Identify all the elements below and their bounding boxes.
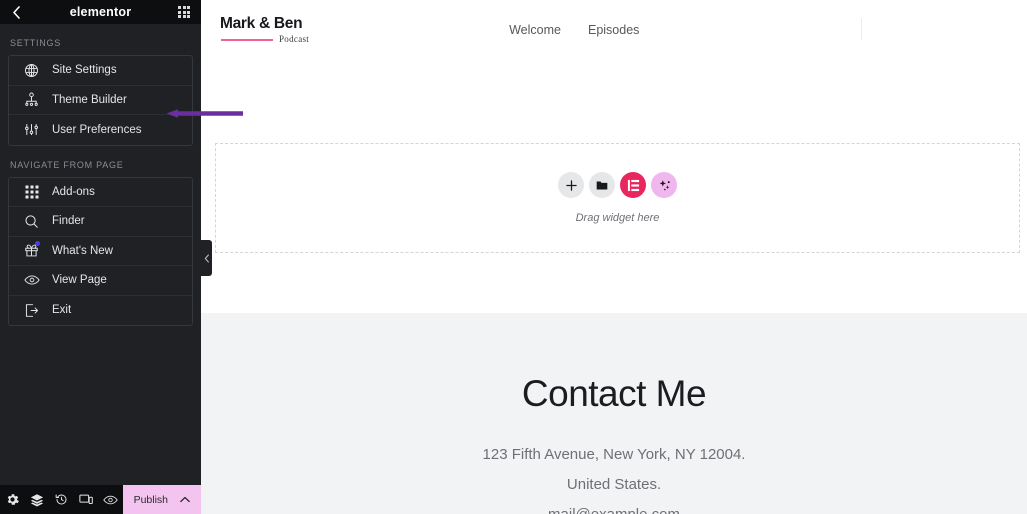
sidebar-item-label: User Preferences (52, 123, 142, 136)
contact-address: 123 Fifth Avenue, New York, NY 12004. (482, 446, 746, 463)
contact-title: Contact Me (521, 373, 707, 414)
sidebar-item-label: View Page (52, 274, 107, 287)
dropzone-buttons (558, 172, 677, 198)
site-header: Mark & Ben Podcast Welcome Episodes (201, 0, 1027, 60)
annotation-arrow (166, 105, 244, 118)
section-label-navigate: NAVIGATE FROM PAGE (10, 159, 124, 170)
editor-sidebar: elementor SETTINGS Site Settings Theme B… (0, 0, 202, 514)
notification-badge (35, 241, 40, 247)
add-element-button[interactable] (558, 172, 584, 198)
sitemap-icon (22, 90, 41, 109)
sidebar-header: elementor (0, 0, 201, 24)
sidebar-item-label: Finder (52, 215, 85, 228)
nav-divider (861, 18, 862, 40)
site-nav: Welcome Episodes (509, 23, 639, 37)
elementor-editor: elementor SETTINGS Site Settings Theme B… (0, 0, 1027, 514)
sidebar-item-view-page[interactable]: View Page (9, 266, 192, 296)
logo-subtitle-row: Podcast (220, 35, 309, 44)
navigate-group: Add-ons Finder What's New View Page Exit (8, 176, 193, 326)
contact-country: United States. (566, 476, 662, 493)
responsive-mode-icon[interactable] (74, 485, 99, 514)
sidebar-item-whats-new[interactable]: What's New (9, 237, 192, 266)
publish-button[interactable]: Publish (122, 485, 202, 514)
page-canvas: Mark & Ben Podcast Welcome Episodes Drag… (201, 0, 1027, 514)
add-template-button[interactable] (589, 172, 615, 198)
exit-icon (22, 301, 41, 320)
sidebar-item-label: Exit (52, 304, 72, 317)
editor-bottom-toolbar: Publish (0, 485, 202, 514)
publish-label: Publish (133, 493, 169, 506)
sliders-icon (22, 120, 41, 139)
search-icon (22, 212, 41, 231)
grid-icon (22, 182, 41, 201)
sidebar-item-theme-builder[interactable]: Theme Builder (9, 86, 192, 115)
site-logo[interactable]: Mark & Ben Podcast (220, 16, 309, 45)
gift-icon (22, 241, 41, 260)
chevron-up-icon[interactable] (180, 495, 190, 505)
widget-dropzone[interactable]: Drag widget here (215, 143, 1020, 253)
sidebar-collapse-handle[interactable] (201, 240, 212, 276)
sidebar-item-label: What's New (52, 244, 113, 257)
preview-eye-icon[interactable] (98, 485, 123, 514)
dropzone-caption: Drag widget here (575, 212, 660, 224)
contact-email: mail@example.com (548, 506, 680, 514)
logo-name: Mark & Ben (220, 14, 303, 32)
sidebar-item-label: Add-ons (52, 185, 95, 198)
contact-section: Contact Me 123 Fifth Avenue, New York, N… (201, 313, 1027, 514)
sidebar-item-site-settings[interactable]: Site Settings (9, 56, 192, 86)
eye-icon (22, 271, 41, 290)
settings-group: Site Settings Theme Builder User Prefere… (8, 55, 193, 146)
chevron-left-icon[interactable] (9, 5, 23, 19)
ai-button[interactable] (651, 172, 677, 198)
sidebar-item-finder[interactable]: Finder (9, 207, 192, 237)
sidebar-item-exit[interactable]: Exit (9, 296, 192, 326)
history-icon[interactable] (49, 485, 74, 514)
section-label-settings: SETTINGS (10, 38, 62, 48)
nav-link-welcome[interactable]: Welcome (509, 23, 561, 37)
layers-icon[interactable] (25, 485, 50, 514)
globe-icon (22, 61, 41, 80)
logo-subtitle: Podcast (279, 34, 310, 45)
nav-link-episodes[interactable]: Episodes (588, 23, 639, 37)
elementor-logo-button[interactable] (620, 172, 646, 198)
sidebar-item-user-preferences[interactable]: User Preferences (9, 115, 192, 145)
sidebar-item-label: Site Settings (52, 64, 117, 77)
sidebar-item-add-ons[interactable]: Add-ons (9, 178, 192, 207)
logo-rule (221, 39, 273, 41)
sidebar-item-label: Theme Builder (52, 93, 127, 106)
sidebar-title: elementor (69, 5, 132, 19)
apps-grid-icon[interactable] (176, 4, 192, 20)
settings-gear-icon[interactable] (0, 485, 25, 514)
